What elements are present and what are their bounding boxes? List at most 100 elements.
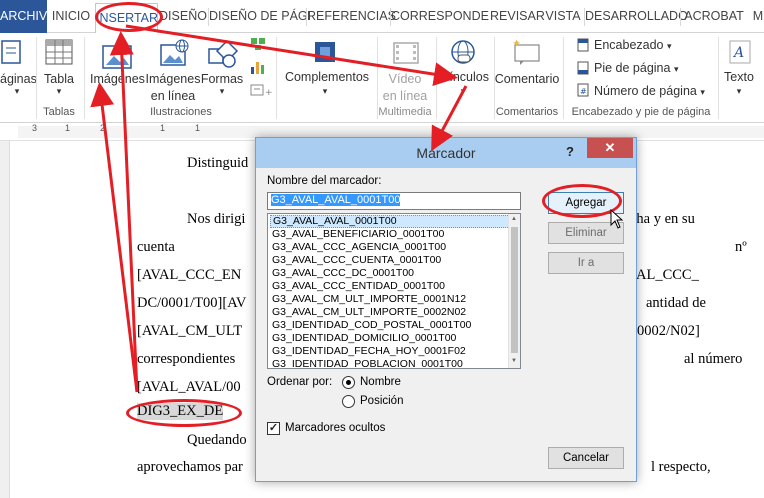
svg-text:A: A xyxy=(732,45,744,61)
doc-text: correspondientes xyxy=(137,351,236,367)
tab-vista[interactable]: VISTA xyxy=(543,0,583,33)
tab-separator xyxy=(680,8,681,26)
ir-a-button[interactable]: Ir a xyxy=(548,252,624,274)
bookmark-list[interactable]: G3_AVAL_AVAL_0001T00 G3_AVAL_BENEFICIARI… xyxy=(267,213,521,369)
video-label-2: en línea xyxy=(382,89,428,103)
addins-icon xyxy=(312,39,338,68)
list-scrollbar[interactable]: ▲ ▼ xyxy=(508,214,520,368)
video-label-1: Vídeo xyxy=(388,72,422,86)
doc-text: [AVAL_CCC_EN xyxy=(137,267,242,283)
sort-nombre-radio[interactable] xyxy=(342,376,355,389)
annotation-circle-bookmark xyxy=(126,399,242,427)
picture-icon xyxy=(102,45,134,74)
tab-archivo[interactable]: ARCHIVO xyxy=(0,0,57,33)
tab-diseno[interactable]: DISEÑO xyxy=(159,0,207,33)
chevron-down-icon: ▾ xyxy=(14,86,20,96)
mouse-pointer-icon xyxy=(610,208,624,232)
tab-referencias[interactable]: REFERENCIAS xyxy=(307,0,396,33)
footer-icon xyxy=(577,61,589,78)
sort-label: Ordenar por: xyxy=(267,376,333,388)
list-item[interactable]: G3_AVAL_CM_ULT_IMPORTE_0001N12 xyxy=(270,293,516,306)
group-separator xyxy=(84,37,85,119)
list-item[interactable]: G3_IDENTIDAD_DOMICILIO_0001T00 xyxy=(270,332,516,345)
doc-text: al número xyxy=(684,351,743,367)
doc-text: [AVAL_AVAL/00 xyxy=(137,379,241,395)
tab-more[interactable]: M xyxy=(752,0,764,33)
online-picture-icon xyxy=(160,39,192,72)
tab-desarrollador[interactable]: DESARROLLADO xyxy=(585,0,688,33)
numero-de-pagina-button[interactable]: Número de página ▾ xyxy=(594,83,706,101)
doc-text: Distinguid xyxy=(187,155,249,171)
group-tablas: Tablas xyxy=(43,106,75,118)
encabezado-button[interactable]: Encabezado ▾ xyxy=(594,37,674,55)
scroll-down-icon[interactable]: ▼ xyxy=(511,358,517,364)
imagenes-en-linea-label-2: en línea xyxy=(150,89,196,103)
tab-inicio[interactable]: INICIO xyxy=(49,0,93,33)
video-icon xyxy=(392,41,420,70)
help-button[interactable]: ? xyxy=(562,138,578,166)
list-item[interactable]: G3_AVAL_CCC_CUENTA_0001T00 xyxy=(270,254,516,267)
ribbon-insertar: áginas ▾ Tabla ▾ Tablas Imágenes Imágene… xyxy=(0,33,764,123)
textbox-icon: A xyxy=(728,39,752,68)
group-ilustraciones: Ilustraciones xyxy=(150,106,212,118)
doc-text: l respecto, xyxy=(651,459,711,475)
chart-icon[interactable] xyxy=(250,59,266,78)
list-item[interactable]: G3_AVAL_CCC_DC_0001T00 xyxy=(270,267,516,280)
list-item[interactable]: G3_AVAL_CCC_ENTIDAD_0001T00 xyxy=(270,280,516,293)
comment-icon: ✦ xyxy=(512,37,542,68)
list-item[interactable]: G3_AVAL_CCC_AGENCIA_0001T00 xyxy=(270,241,516,254)
ruler-number: 3 xyxy=(32,123,38,133)
svg-text:✦: ✦ xyxy=(512,37,521,50)
ruler-number: 1 xyxy=(195,123,201,133)
pages-icon xyxy=(0,39,24,68)
imagenes-button[interactable]: Imágenes xyxy=(90,71,145,88)
chevron-down-icon: ▾ xyxy=(219,86,225,96)
annotation-circle-insertar xyxy=(95,2,163,32)
imagenes-en-linea-button[interactable]: Imágenes en línea xyxy=(144,71,202,105)
chevron-down-icon: ▾ xyxy=(56,86,62,96)
tab-revisar[interactable]: REVISAR xyxy=(490,0,545,33)
group-separator xyxy=(563,37,564,119)
group-separator xyxy=(276,37,277,119)
pie-de-pagina-button[interactable]: Pie de página ▾ xyxy=(594,60,684,78)
close-button[interactable]: ✕ xyxy=(587,138,633,158)
tab-diseno-pagina[interactable]: DISEÑO DE PÁGI xyxy=(209,0,311,33)
list-item[interactable]: G3_AVAL_AVAL_0001T00 xyxy=(270,215,516,228)
hidden-bookmarks-checkbox[interactable]: ✓ xyxy=(267,422,280,435)
list-item[interactable]: G3_AVAL_CM_ULT_IMPORTE_0002N02 xyxy=(270,306,516,319)
list-item[interactable]: G3_IDENTIDAD_FECHA_HOY_0001F02 xyxy=(270,345,516,358)
page-number-icon: # xyxy=(577,83,589,100)
tab-acrobat[interactable]: ACROBAT xyxy=(683,0,745,33)
link-icon xyxy=(450,39,476,68)
doc-text: Nos dirigi xyxy=(187,211,246,227)
group-comentarios: Comentarios xyxy=(495,106,559,118)
comentario-button[interactable]: Comentario xyxy=(494,71,560,88)
scroll-thumb[interactable] xyxy=(511,227,518,353)
ruler-number: 1 xyxy=(65,123,71,133)
bookmark-name-input[interactable]: G3_AVAL_AVAL_0001T00 xyxy=(267,192,521,210)
chevron-down-icon: ▾ xyxy=(460,86,466,96)
chevron-down-icon: ▾ xyxy=(322,86,328,96)
doc-text: cha y en su xyxy=(630,211,695,227)
smartart-icon[interactable] xyxy=(250,37,266,54)
group-separator xyxy=(718,37,719,119)
header-icon xyxy=(577,38,589,55)
sort-posicion-radio[interactable] xyxy=(342,395,355,408)
doc-text: aprovechamos par xyxy=(137,459,243,475)
ruler-number: 1 xyxy=(160,123,166,133)
bookmark-name-label: Nombre del marcador: xyxy=(267,175,382,187)
cancelar-button[interactable]: Cancelar xyxy=(548,447,624,469)
list-item[interactable]: G3_IDENTIDAD_POBLACION_0001T00 xyxy=(270,358,516,368)
list-item[interactable]: G3_IDENTIDAD_COD_POSTAL_0001T00 xyxy=(270,319,516,332)
doc-text: AL_CCC_ xyxy=(636,267,699,283)
numero-label: Número de página xyxy=(594,84,697,98)
svg-text:#: # xyxy=(580,87,587,96)
chevron-down-icon: ▾ xyxy=(736,86,742,96)
dialog-titlebar[interactable]: Marcador ? ✕ xyxy=(256,138,636,168)
screenshot-icon[interactable]: + xyxy=(250,83,274,100)
list-item[interactable]: G3_AVAL_BENEFICIARIO_0001T00 xyxy=(270,228,516,241)
tab-correspondencia[interactable]: CORRESPONDE xyxy=(391,0,489,33)
doc-text: cuenta xyxy=(137,239,175,255)
scroll-up-icon[interactable]: ▲ xyxy=(511,216,517,222)
doc-text: antidad de xyxy=(646,295,706,311)
